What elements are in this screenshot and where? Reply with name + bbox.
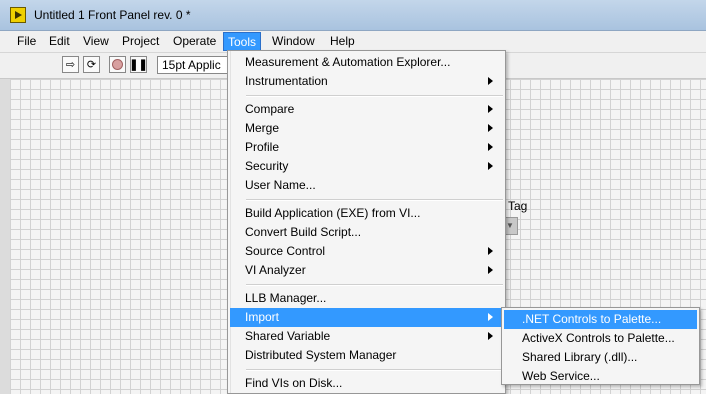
menu-separator	[246, 95, 503, 97]
import-item-activex-controls[interactable]: ActiveX Controls to Palette...	[504, 329, 697, 348]
tools-item-shared-variable[interactable]: Shared Variable	[230, 327, 503, 346]
import-item-shared-library[interactable]: Shared Library (.dll)...	[504, 348, 697, 367]
menu-window[interactable]: Window	[272, 34, 315, 48]
import-submenu: .NET Controls to Palette... ActiveX Cont…	[501, 307, 700, 385]
run-arrow-icon[interactable]: ⇨	[62, 56, 79, 73]
window-title: Untitled 1 Front Panel rev. 0 *	[34, 8, 191, 22]
labview-app-icon[interactable]	[10, 7, 26, 23]
tools-item-user-name[interactable]: User Name...	[230, 176, 503, 195]
menu-project[interactable]: Project	[122, 34, 159, 48]
import-item-net-controls[interactable]: .NET Controls to Palette...	[504, 310, 697, 329]
menu-view[interactable]: View	[83, 34, 109, 48]
menu-tools[interactable]: Tools	[223, 32, 262, 51]
tools-item-merge[interactable]: Merge	[230, 119, 503, 138]
tools-item-distributed-system-manager[interactable]: Distributed System Manager	[230, 346, 503, 365]
tools-item-import[interactable]: Import	[230, 308, 503, 327]
import-item-web-service[interactable]: Web Service...	[504, 367, 697, 386]
menu-separator	[246, 284, 503, 286]
tag-label: Tag	[508, 199, 528, 213]
menu-file[interactable]: File	[17, 34, 36, 48]
tools-item-instrumentation[interactable]: Instrumentation	[230, 72, 503, 91]
tools-item-vi-analyzer[interactable]: VI Analyzer	[230, 261, 503, 280]
submenu-arrow-icon	[488, 162, 493, 170]
submenu-arrow-icon	[488, 266, 493, 274]
run-continuously-icon[interactable]: ⟳	[83, 56, 100, 73]
abort-icon[interactable]	[109, 56, 126, 73]
tools-item-compare[interactable]: Compare	[230, 100, 503, 119]
pause-icon[interactable]: ❚❚	[129, 56, 148, 73]
tools-item-llb-manager[interactable]: LLB Manager...	[230, 289, 503, 308]
tools-item-build-application[interactable]: Build Application (EXE) from VI...	[230, 204, 503, 223]
menu-operate[interactable]: Operate	[173, 34, 216, 48]
menu-edit[interactable]: Edit	[49, 34, 70, 48]
tools-item-security[interactable]: Security	[230, 157, 503, 176]
title-bar[interactable]: Untitled 1 Front Panel rev. 0 *	[0, 0, 706, 31]
submenu-arrow-icon	[488, 143, 493, 151]
tools-item-mae[interactable]: Measurement & Automation Explorer...	[230, 53, 503, 72]
tools-item-source-control[interactable]: Source Control	[230, 242, 503, 261]
menu-separator	[246, 199, 503, 201]
submenu-arrow-icon	[488, 124, 493, 132]
submenu-arrow-icon	[488, 105, 493, 113]
tools-item-convert-build-script[interactable]: Convert Build Script...	[230, 223, 503, 242]
font-selector[interactable]: 15pt Applic	[157, 56, 237, 74]
submenu-arrow-icon	[488, 77, 493, 85]
submenu-arrow-icon	[488, 313, 493, 321]
menu-help[interactable]: Help	[330, 34, 355, 48]
submenu-arrow-icon	[488, 247, 493, 255]
tools-item-find-vis-on-disk[interactable]: Find VIs on Disk...	[230, 374, 503, 393]
submenu-arrow-icon	[488, 332, 493, 340]
tools-item-profile[interactable]: Profile	[230, 138, 503, 157]
tools-menu: Measurement & Automation Explorer... Ins…	[227, 50, 506, 394]
menu-separator	[246, 369, 503, 371]
